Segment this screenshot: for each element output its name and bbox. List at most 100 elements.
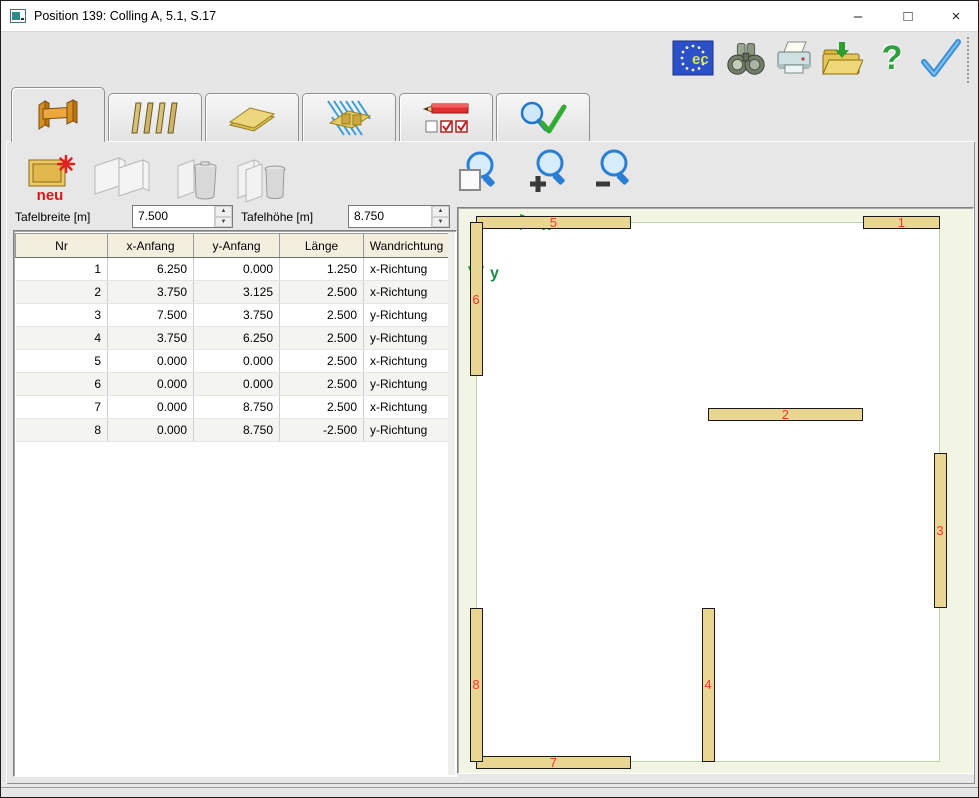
table-cell[interactable]: y-Richtung	[363, 326, 450, 350]
new-wall-button[interactable]: neu	[21, 147, 79, 205]
table-cell[interactable]: x-Richtung	[363, 280, 450, 304]
confirm-button[interactable]	[915, 35, 967, 81]
table-cell[interactable]: y-Richtung	[363, 303, 450, 327]
table-cell[interactable]: 3.750	[107, 326, 194, 350]
wall-segment[interactable]: 5	[476, 215, 631, 229]
table-cell[interactable]: 7	[15, 395, 108, 419]
print-button[interactable]	[772, 35, 816, 81]
column-header: y-Anfang	[193, 233, 280, 258]
table-cell[interactable]: 0.000	[107, 349, 194, 373]
table-cell[interactable]: 5	[15, 349, 108, 373]
wall-segment[interactable]: 1	[862, 214, 940, 230]
wall-segment[interactable]: 4	[701, 607, 715, 762]
tafelbreite-value[interactable]: 7.500	[133, 206, 214, 227]
zoom-out-icon	[596, 149, 629, 187]
table-cell[interactable]: 8.750	[193, 418, 280, 442]
search-button[interactable]	[724, 35, 768, 81]
tab-panel[interactable]	[205, 93, 299, 141]
close-button[interactable]: ×	[933, 1, 978, 31]
tafelhoehe-label: Tafelhöhe [m]	[241, 210, 314, 224]
window-title: Position 139: Colling A, 5.1, S.17	[34, 9, 217, 23]
table-cell[interactable]: 2.500	[279, 395, 364, 419]
table-row[interactable]: 1 6.250 0.000 1.250 x-Richtung	[15, 257, 450, 281]
table-row[interactable]: 6 0.000 0.000 2.500 y-Richtung	[15, 372, 450, 396]
tab-results-check[interactable]	[496, 93, 590, 141]
table-row[interactable]: 4 3.750 6.250 2.500 y-Richtung	[15, 326, 450, 350]
eurocode-button[interactable]: ec	[671, 35, 715, 81]
help-icon: ?	[881, 38, 903, 77]
table-cell[interactable]: 6	[15, 372, 108, 396]
tafelhoehe-input[interactable]: 8.750 ▲ ▼	[348, 205, 450, 228]
tab-input-check[interactable]	[399, 93, 493, 141]
zoom-window-button[interactable]	[455, 147, 507, 199]
table-cell[interactable]: x-Richtung	[363, 257, 450, 281]
table-cell[interactable]: 0.000	[193, 257, 280, 281]
table-row[interactable]: 5 0.000 0.000 2.500 x-Richtung	[15, 349, 450, 373]
delete-wall-button[interactable]	[171, 153, 223, 203]
tab-joists[interactable]	[108, 93, 202, 141]
table-cell[interactable]: 0.000	[107, 372, 194, 396]
table-cell[interactable]: 2.500	[279, 303, 364, 327]
table-cell[interactable]: 2.500	[279, 372, 364, 396]
table-row[interactable]: 2 3.750 3.125 2.500 x-Richtung	[15, 280, 450, 304]
drawing-canvas[interactable]: x y 12345678	[457, 207, 974, 774]
table-cell[interactable]: 3.125	[193, 280, 280, 304]
tab-walls[interactable]	[11, 87, 105, 142]
table-cell[interactable]: 2	[15, 280, 108, 304]
table-cell[interactable]: 3.750	[107, 280, 194, 304]
table-cell[interactable]: 3	[15, 303, 108, 327]
wall-segment[interactable]: 6	[469, 222, 483, 377]
table-row[interactable]: 7 0.000 8.750 2.500 x-Richtung	[15, 395, 450, 419]
tafelhoehe-spinner[interactable]: ▲ ▼	[431, 206, 449, 227]
table-cell[interactable]: 7.500	[107, 303, 194, 327]
table-cell[interactable]: 3.750	[193, 303, 280, 327]
table-cell[interactable]: x-Richtung	[363, 349, 450, 373]
minimize-button[interactable]: –	[835, 1, 881, 31]
table-cell[interactable]: 8	[15, 418, 108, 442]
maximize-button[interactable]: □	[885, 1, 931, 31]
app-icon	[10, 9, 26, 23]
eurocode-icon: ec	[672, 40, 714, 76]
table-cell[interactable]: 8.750	[193, 395, 280, 419]
wall-number-label: 1	[897, 214, 905, 230]
wall-segment[interactable]: 3	[933, 453, 947, 608]
tafelbreite-input[interactable]: 7.500 ▲ ▼	[132, 205, 233, 228]
tafelbreite-spinner[interactable]: ▲ ▼	[214, 206, 232, 227]
wall-segment[interactable]: 7	[476, 755, 631, 769]
table-cell[interactable]: 0.000	[193, 349, 280, 373]
table-cell[interactable]: x-Richtung	[363, 395, 450, 419]
help-button[interactable]: ?	[873, 35, 911, 81]
table-cell[interactable]: 6.250	[107, 257, 194, 281]
zoom-out-button[interactable]	[587, 147, 639, 199]
table-cell[interactable]: 0.000	[193, 372, 280, 396]
table-cell[interactable]: -2.500	[279, 418, 364, 442]
table-cell[interactable]: 2.500	[279, 280, 364, 304]
tab-panel-loads[interactable]	[302, 93, 396, 141]
wall-segment[interactable]: 8	[469, 607, 483, 762]
zoom-window-icon	[459, 151, 495, 191]
walls-icon	[38, 99, 78, 130]
table-cell[interactable]: 1	[15, 257, 108, 281]
zoom-in-button[interactable]	[523, 147, 575, 199]
table-cell[interactable]: 2.500	[279, 349, 364, 373]
spin-down-icon[interactable]: ▼	[432, 216, 449, 227]
table-cell[interactable]: 0.000	[107, 395, 194, 419]
spin-up-icon[interactable]: ▲	[215, 206, 232, 217]
table-cell[interactable]: 0.000	[107, 418, 194, 442]
table-row[interactable]: 8 0.000 8.750 -2.500 y-Richtung	[15, 418, 450, 442]
tafelhoehe-value[interactable]: 8.750	[349, 206, 431, 227]
copy-wall-button[interactable]	[87, 151, 159, 203]
wall-segment[interactable]: 2	[708, 408, 863, 422]
table-cell[interactable]: 6.250	[193, 326, 280, 350]
table-cell[interactable]: y-Richtung	[363, 372, 450, 396]
table-cell[interactable]: 1.250	[279, 257, 364, 281]
save-button[interactable]	[819, 35, 863, 81]
delete-all-walls-button[interactable]	[233, 153, 293, 203]
table-row[interactable]: 3 7.500 3.750 2.500 y-Richtung	[15, 303, 450, 327]
table-cell[interactable]: 4	[15, 326, 108, 350]
spin-down-icon[interactable]: ▼	[215, 216, 232, 227]
table-scrollbar-track[interactable]	[448, 232, 455, 775]
spin-up-icon[interactable]: ▲	[432, 206, 449, 217]
table-cell[interactable]: y-Richtung	[363, 418, 450, 442]
table-cell[interactable]: 2.500	[279, 326, 364, 350]
